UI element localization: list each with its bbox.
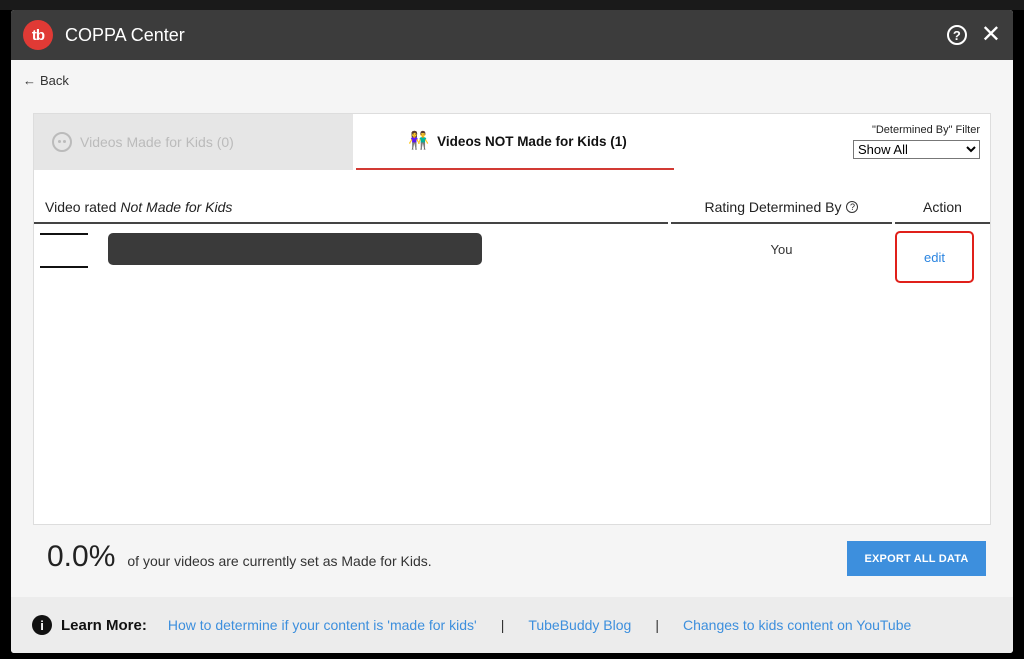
help-icon[interactable]: ? xyxy=(946,25,967,45)
background-strip xyxy=(0,0,1024,10)
redacted-video-title xyxy=(108,233,482,265)
header-video-emph: Not Made for Kids xyxy=(120,199,233,215)
child-face-icon xyxy=(52,132,72,152)
close-icon[interactable]: ✕ xyxy=(981,23,1001,47)
tab-not-made-for-kids-label: Videos NOT Made for Kids (1) xyxy=(437,133,627,149)
header-action: Action xyxy=(895,192,990,224)
title-bar: tb COPPA Center ? ✕ xyxy=(11,10,1013,60)
edit-link[interactable]: edit xyxy=(895,231,974,283)
separator: | xyxy=(500,617,505,633)
filter-label: "Determined By" Filter xyxy=(871,124,980,136)
header-rating-label: Rating Determined By xyxy=(704,199,842,215)
video-thumbnail[interactable] xyxy=(40,233,88,268)
determined-by-filter: "Determined By" Filter Show All xyxy=(853,124,980,159)
separator: | xyxy=(655,617,659,633)
tab-made-for-kids-label: Videos Made for Kids (0) xyxy=(80,134,234,150)
stats-text: of your videos are currently set as Made… xyxy=(127,553,432,569)
kids-stats: 0.0% of your videos are currently set as… xyxy=(47,540,432,574)
tab-bar: Videos Made for Kids (0) 👫 Videos NOT Ma… xyxy=(34,114,990,170)
videos-table: Video rated Not Made for Kids Rating Det… xyxy=(34,192,990,283)
export-all-data-button[interactable]: EXPORT ALL DATA xyxy=(847,541,986,576)
header-video-prefix: Video rated xyxy=(45,199,117,215)
tab-not-made-for-kids[interactable]: 👫 Videos NOT Made for Kids (1) xyxy=(356,114,674,170)
title-actions: ? ✕ xyxy=(946,23,1001,47)
link-kids-content-changes[interactable]: Changes to kids content on YouTube xyxy=(683,617,911,633)
back-label: Back xyxy=(40,72,69,88)
back-link[interactable]: ← Back xyxy=(23,73,69,88)
question-icon[interactable]: ? xyxy=(846,201,859,213)
determined-by-cell: You xyxy=(770,242,793,257)
learn-more-footer: i Learn More: How to determine if your c… xyxy=(11,597,1013,653)
tubebuddy-logo: tb xyxy=(23,20,53,50)
arrow-left-icon: ← xyxy=(23,72,36,88)
videos-panel: Videos Made for Kids (0) 👫 Videos NOT Ma… xyxy=(33,113,991,525)
window-title: COPPA Center xyxy=(65,24,185,45)
info-icon: i xyxy=(32,615,52,635)
people-icon: 👫 xyxy=(408,131,430,150)
link-made-for-kids-guide[interactable]: How to determine if your content is 'mad… xyxy=(168,617,477,633)
table-row: You edit xyxy=(34,224,990,283)
tab-made-for-kids[interactable]: Videos Made for Kids (0) xyxy=(34,114,353,170)
learn-more-label: Learn More: xyxy=(61,616,147,634)
coppa-center-window: tb COPPA Center ? ✕ ← Back Videos Made f… xyxy=(11,10,1013,653)
table-header: Video rated Not Made for Kids Rating Det… xyxy=(34,192,990,224)
back-bar: ← Back xyxy=(11,60,1013,100)
made-for-kids-percent: 0.0% xyxy=(47,540,116,573)
link-tubebuddy-blog[interactable]: TubeBuddy Blog xyxy=(528,617,631,633)
filter-select[interactable]: Show All xyxy=(853,140,980,159)
header-rating: Rating Determined By ? xyxy=(671,192,892,224)
header-video: Video rated Not Made for Kids xyxy=(34,192,668,224)
